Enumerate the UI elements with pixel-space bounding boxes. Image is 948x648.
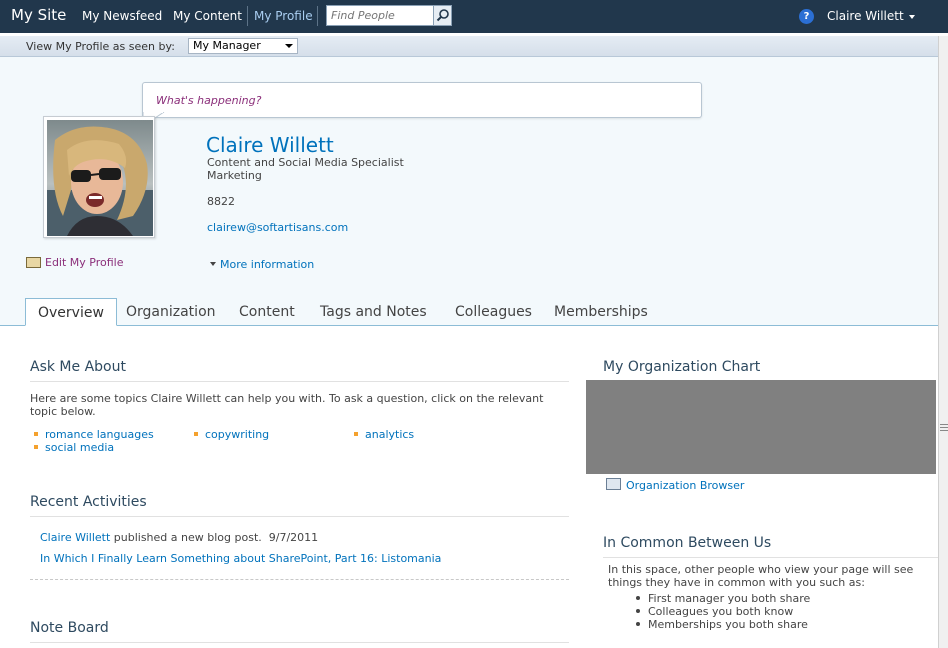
topic-link[interactable]: social media xyxy=(34,441,114,454)
topic-link[interactable]: copywriting xyxy=(194,428,269,441)
bullet-icon xyxy=(34,432,38,436)
help-icon[interactable]: ? xyxy=(799,9,814,24)
profile-name: Claire Willett xyxy=(206,133,334,157)
nav-my-content[interactable]: My Content xyxy=(173,9,242,23)
ask-me-intro-line1: Here are some topics Claire Willett can … xyxy=(30,392,544,405)
ask-me-intro-line2: topic below. xyxy=(30,405,96,418)
nav-my-newsfeed[interactable]: My Newsfeed xyxy=(82,9,162,23)
bullet-icon xyxy=(34,445,38,449)
status-placeholder: What's happening? xyxy=(156,94,262,107)
org-chart-placeholder[interactable] xyxy=(586,380,936,474)
nav-my-profile[interactable]: My Profile xyxy=(254,9,313,23)
profile-photo-image xyxy=(47,120,153,236)
view-as-bar: View My Profile as seen by: My Manager xyxy=(0,36,938,57)
user-name: Claire Willett xyxy=(827,9,904,23)
activity-action: published a new blog post. xyxy=(113,531,262,544)
list-item: Memberships you both share xyxy=(636,618,810,631)
activity-row: Claire Willett published a new blog post… xyxy=(40,531,318,544)
more-information-label: More information xyxy=(220,258,315,271)
status-update-box[interactable]: What's happening? xyxy=(142,82,702,118)
profile-phone: 8822 xyxy=(207,195,235,208)
activity-actor-link[interactable]: Claire Willett xyxy=(40,531,110,544)
topic-label: social media xyxy=(45,441,115,454)
view-as-label: View My Profile as seen by: xyxy=(26,40,175,53)
org-browser-icon xyxy=(606,478,621,490)
more-information-toggle[interactable]: More information xyxy=(210,258,314,271)
chevron-down-icon xyxy=(210,262,216,266)
tab-overview[interactable]: Overview xyxy=(25,298,117,326)
chevron-down-icon xyxy=(908,14,915,19)
recent-activities-title: Recent Activities xyxy=(30,494,147,510)
search-icon xyxy=(436,9,449,22)
edit-my-profile-label: Edit My Profile xyxy=(45,256,124,269)
bullet-icon xyxy=(194,432,198,436)
tab-tags-and-notes[interactable]: Tags and Notes xyxy=(308,298,439,326)
profile-job-title: Content and Social Media Specialist xyxy=(207,156,404,169)
section-divider xyxy=(603,557,938,558)
edit-icon xyxy=(26,257,41,268)
section-divider xyxy=(30,516,569,517)
topic-link[interactable]: romance languages xyxy=(34,428,154,441)
profile-photo[interactable] xyxy=(43,116,155,238)
in-common-intro-line2: things they have in common with you such… xyxy=(608,576,865,589)
topic-link[interactable]: analytics xyxy=(354,428,414,441)
activity-date: 9/7/2011 xyxy=(268,531,319,544)
view-as-dropdown[interactable]: My Manager xyxy=(188,38,298,54)
search-button[interactable] xyxy=(433,6,451,25)
topic-label: romance languages xyxy=(45,428,154,441)
bullet-icon xyxy=(354,432,358,436)
in-common-title: In Common Between Us xyxy=(603,535,772,551)
organization-browser-label: Organization Browser xyxy=(626,479,745,492)
ask-me-about-title: Ask Me About xyxy=(30,359,126,375)
activity-post-link[interactable]: In Which I Finally Learn Something about… xyxy=(40,552,441,565)
in-common-intro-line1: In this space, other people who view you… xyxy=(608,563,914,576)
list-item: Colleagues you both know xyxy=(636,605,810,618)
view-as-selected-value: My Manager xyxy=(193,39,261,52)
profile-department: Marketing xyxy=(207,169,262,182)
vertical-scrollbar[interactable] xyxy=(938,36,948,648)
org-chart-title: My Organization Chart xyxy=(603,359,761,375)
tab-content[interactable]: Content xyxy=(227,298,307,326)
find-people-search xyxy=(326,5,452,26)
section-divider xyxy=(30,642,569,643)
user-menu[interactable]: Claire Willett xyxy=(827,9,915,23)
topic-label: analytics xyxy=(365,428,415,441)
profile-email-link[interactable]: clairew@softartisans.com xyxy=(207,221,348,234)
edit-my-profile-link[interactable]: Edit My Profile xyxy=(26,256,124,269)
dashed-divider xyxy=(30,579,569,580)
scroll-grip-icon xyxy=(940,424,948,432)
note-board-title: Note Board xyxy=(30,620,109,636)
organization-browser-link[interactable]: Organization Browser xyxy=(606,478,744,492)
in-common-list: First manager you both share Colleagues … xyxy=(636,592,810,631)
tab-colleagues[interactable]: Colleagues xyxy=(443,298,544,326)
top-navigation-bar: My Site My Newsfeed My Content My Profil… xyxy=(0,0,948,33)
topic-label: copywriting xyxy=(205,428,270,441)
nav-separator xyxy=(317,6,318,26)
list-item: First manager you both share xyxy=(636,592,810,605)
section-divider xyxy=(30,381,569,382)
tab-memberships[interactable]: Memberships xyxy=(542,298,660,326)
tab-organization[interactable]: Organization xyxy=(114,298,228,326)
nav-separator xyxy=(247,6,248,26)
site-title-link[interactable]: My Site xyxy=(11,6,66,24)
search-input[interactable] xyxy=(327,6,433,25)
dropdown-arrow-icon xyxy=(285,44,293,48)
